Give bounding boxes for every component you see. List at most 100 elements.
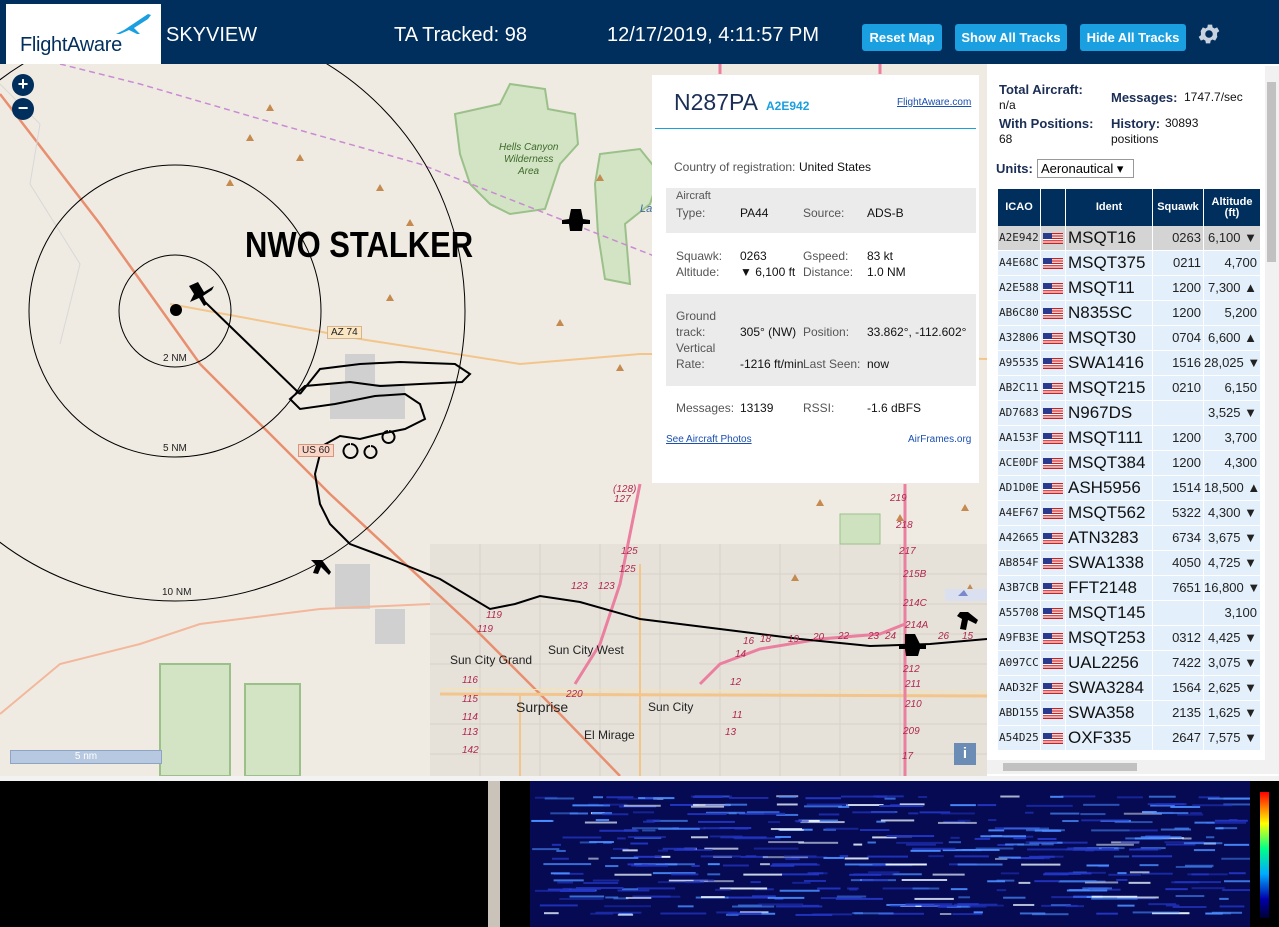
history-label: History: [1111,116,1161,131]
table-row[interactable]: A95535 SWA1416 1516 28,025 ▼ [998,351,1260,376]
col-squawk[interactable]: Squawk [1153,189,1203,226]
table-row[interactable]: A55708 MSQT145 3,100 [998,601,1260,626]
aircraft-type-label-1: Aircraft [676,190,711,202]
row-squawk: 1200 [1153,301,1203,325]
table-row[interactable]: AA153F MSQT111 1200 3,700 [998,426,1260,451]
row-icao: A55708 [998,601,1040,625]
us-flag-icon [1043,708,1063,719]
table-row[interactable]: A2E942 MSQT16 0263 6,100 ▼ [998,226,1260,251]
reset-map-button[interactable]: Reset Map [862,24,942,51]
zoom-out-button[interactable]: − [12,98,34,120]
gspeed-label: Gspeed: [803,249,849,263]
route-number-label: 11 [732,710,743,721]
country-value: United States [799,160,872,174]
town-el-mirage: El Mirage [584,728,635,742]
area-label-2: Wilderness [504,154,554,165]
row-ident: MSQT253 [1066,626,1152,650]
table-row[interactable]: ABD155 SWA358 2135 1,625 ▼ [998,701,1260,726]
hide-all-tracks-button[interactable]: Hide All Tracks [1080,24,1186,51]
us-flag-icon [1043,733,1063,744]
col-ident[interactable]: Ident [1066,189,1152,226]
row-ident: MSQT145 [1066,601,1152,625]
route-number-label: 220 [566,689,583,700]
table-row[interactable]: ACE0DF MSQT384 1200 4,300 [998,451,1260,476]
table-row[interactable]: AB6C80 N835SC 1200 5,200 [998,301,1260,326]
row-altitude: 5,200 [1204,301,1260,325]
route-number-label: 212 [903,664,920,675]
row-squawk [1153,601,1203,625]
row-squawk: 0211 [1153,251,1203,275]
route-number-label: 119 [477,624,493,635]
route-number-label: 16 [743,636,755,647]
row-flag [1041,701,1065,725]
route-number-label: 22 [838,631,850,642]
table-row[interactable]: AB854F SWA1338 4050 4,725 ▼ [998,551,1260,576]
units-dropdown[interactable]: Aeronautical ▾ [1037,159,1134,178]
route-number-label: 123 [598,581,615,592]
row-flag [1041,501,1065,525]
us-flag-icon [1043,483,1063,494]
row-icao: AAD32F [998,676,1040,700]
row-icao: ACE0DF [998,451,1040,475]
table-row[interactable]: A9FB3E MSQT253 0312 4,425 ▼ [998,626,1260,651]
table-row[interactable]: AD1D0E ASH5956 1514 18,500 ▲ [998,476,1260,501]
table-row[interactable]: A097CC UAL2256 7422 3,075 ▼ [998,651,1260,676]
flightaware-link[interactable]: FlightAware.com [897,97,971,108]
us-flag-icon [1043,608,1063,619]
row-icao: A2E588 [998,276,1040,300]
gear-icon[interactable] [1196,21,1222,47]
position-label: Position: [803,325,850,339]
vrate-label-1: Vertical [676,341,716,355]
source-label: Source: [803,206,845,220]
table-row[interactable]: A4E68C MSQT375 0211 4,700 [998,251,1260,276]
col-icao[interactable]: ICAO [998,189,1040,226]
table-row[interactable]: AB2C11 MSQT215 0210 6,150 [998,376,1260,401]
col-altitude[interactable]: Altitude (ft) [1204,189,1260,226]
row-flag [1041,476,1065,500]
show-all-tracks-button[interactable]: Show All Tracks [955,24,1067,51]
route-number-label: 127 [614,494,631,505]
row-ident: N835SC [1066,301,1152,325]
row-squawk: 5322 [1153,501,1203,525]
scale-bar: 5 nm [10,750,162,764]
row-squawk: 7422 [1153,651,1203,675]
row-ident: OXF335 [1066,726,1152,750]
row-squawk: 0263 [1153,226,1203,250]
airframes-link[interactable]: AirFrames.org [908,434,971,445]
route-number-label: 214A [905,620,929,631]
table-row[interactable]: A54D25 OXF335 2647 7,575 ▼ [998,726,1260,751]
plane-logo-icon [116,14,151,34]
aircraft-photos-link[interactable]: See Aircraft Photos [666,434,752,445]
pane-divider[interactable] [488,781,500,927]
us-flag-icon [1043,658,1063,669]
table-row[interactable]: AAD32F SWA3284 1564 2,625 ▼ [998,676,1260,701]
table-row[interactable]: A4EF67 MSQT562 5322 4,300 ▼ [998,501,1260,526]
table-row[interactable]: AD7683 N967DS 3,525 ▼ [998,401,1260,426]
country-label: Country of registration: [674,160,796,174]
table-row[interactable]: A32806 MSQT30 0704 6,600 ▲ [998,326,1260,351]
messages-value: 13139 [740,401,774,415]
horizontal-scrollbar[interactable] [987,760,1279,774]
us-flag-icon [1043,333,1063,344]
row-ident: SWA358 [1066,701,1152,725]
horizontal-scroll-thumb[interactable] [1003,763,1137,771]
zoom-in-button[interactable]: + [12,74,34,96]
row-icao: AD1D0E [998,476,1040,500]
row-altitude: 4,425 ▼ [1204,626,1260,650]
row-icao: A9FB3E [998,626,1040,650]
info-icon[interactable]: i [954,743,976,765]
row-squawk: 1200 [1153,426,1203,450]
col-flag[interactable] [1041,189,1065,226]
flightaware-logo[interactable]: FlightAware [6,4,161,64]
row-flag [1041,726,1065,750]
vertical-scroll-thumb[interactable] [1267,82,1276,262]
vertical-scrollbar[interactable] [1265,66,1279,760]
row-ident: UAL2256 [1066,651,1152,675]
us-flag-icon [1043,258,1063,269]
table-row[interactable]: A42665 ATN3283 6734 3,675 ▼ [998,526,1260,551]
table-row[interactable]: A2E588 MSQT11 1200 7,300 ▲ [998,276,1260,301]
row-squawk: 0312 [1153,626,1203,650]
table-row[interactable]: A3B7CB FFT2148 7651 16,800 ▼ [998,576,1260,601]
route-number-label: 114 [462,712,478,723]
row-altitude: 16,800 ▼ [1204,576,1260,600]
